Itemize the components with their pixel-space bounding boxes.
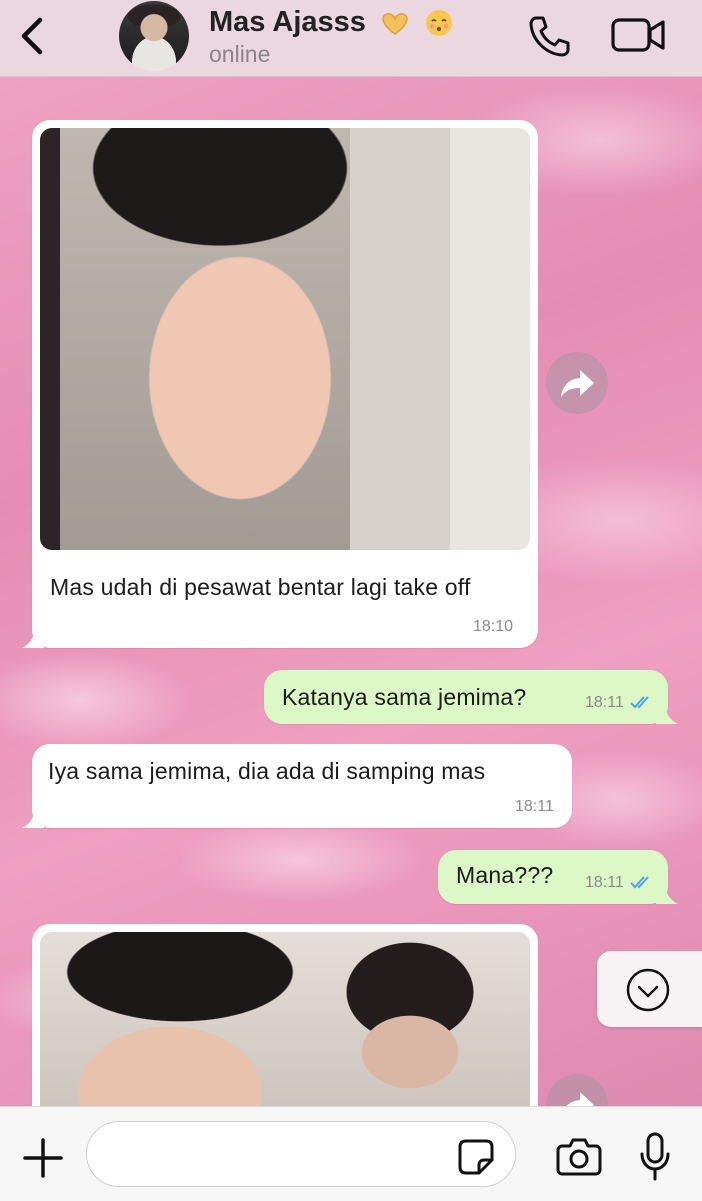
read-ticks-icon (630, 876, 649, 889)
message-text: Mana??? (456, 862, 554, 888)
outgoing-message[interactable]: Katanya sama jemima? 18:11 (264, 670, 678, 724)
camera-icon[interactable] (556, 1136, 602, 1176)
heart-hands-emoji (382, 13, 408, 36)
plus-icon[interactable] (22, 1137, 64, 1179)
incoming-image-message[interactable]: Mas udah di pesawat bentar lagi take off… (22, 120, 538, 648)
message-time: 18:11 (585, 694, 624, 711)
forward-icon (561, 370, 594, 397)
incoming-message[interactable]: Iya sama jemima, dia ada di samping mas … (22, 744, 572, 828)
contact-avatar[interactable] (119, 1, 189, 71)
forward-button[interactable] (546, 352, 608, 414)
contact-name[interactable]: Mas Ajasss (209, 6, 454, 39)
chat-header: Mas Ajasss online (0, 0, 702, 77)
microphone-icon[interactable] (638, 1132, 672, 1182)
shared-photo[interactable] (40, 932, 530, 1132)
phone-call-icon[interactable] (526, 14, 572, 58)
message-text: Iya sama jemima, dia ada di samping mas (48, 758, 486, 784)
read-ticks-icon (630, 696, 649, 709)
contact-name-text: Mas Ajasss (209, 6, 366, 38)
kissing-emoji (426, 10, 453, 37)
message-caption: Mas udah di pesawat bentar lagi take off (50, 574, 471, 600)
back-icon[interactable] (14, 14, 50, 58)
message-time: 18:11 (515, 798, 554, 815)
shared-photo[interactable] (40, 128, 530, 550)
sticker-icon[interactable] (457, 1138, 495, 1176)
scroll-to-bottom-button[interactable] (597, 951, 702, 1027)
bubble-tail (656, 706, 678, 724)
message-input[interactable] (86, 1121, 516, 1187)
message-time: 18:11 (585, 874, 624, 891)
video-call-icon[interactable] (610, 16, 666, 54)
message-text: Katanya sama jemima? (282, 684, 527, 710)
bubble-tail (656, 886, 678, 904)
message-input-bar (0, 1106, 702, 1201)
message-time: 18:10 (473, 618, 514, 635)
outgoing-message[interactable]: Mana??? 18:11 (438, 850, 678, 904)
contact-status: online (209, 41, 271, 67)
bubble-tail (22, 810, 44, 828)
chevron-down-icon (626, 968, 670, 1012)
bubble-tail (22, 630, 44, 648)
